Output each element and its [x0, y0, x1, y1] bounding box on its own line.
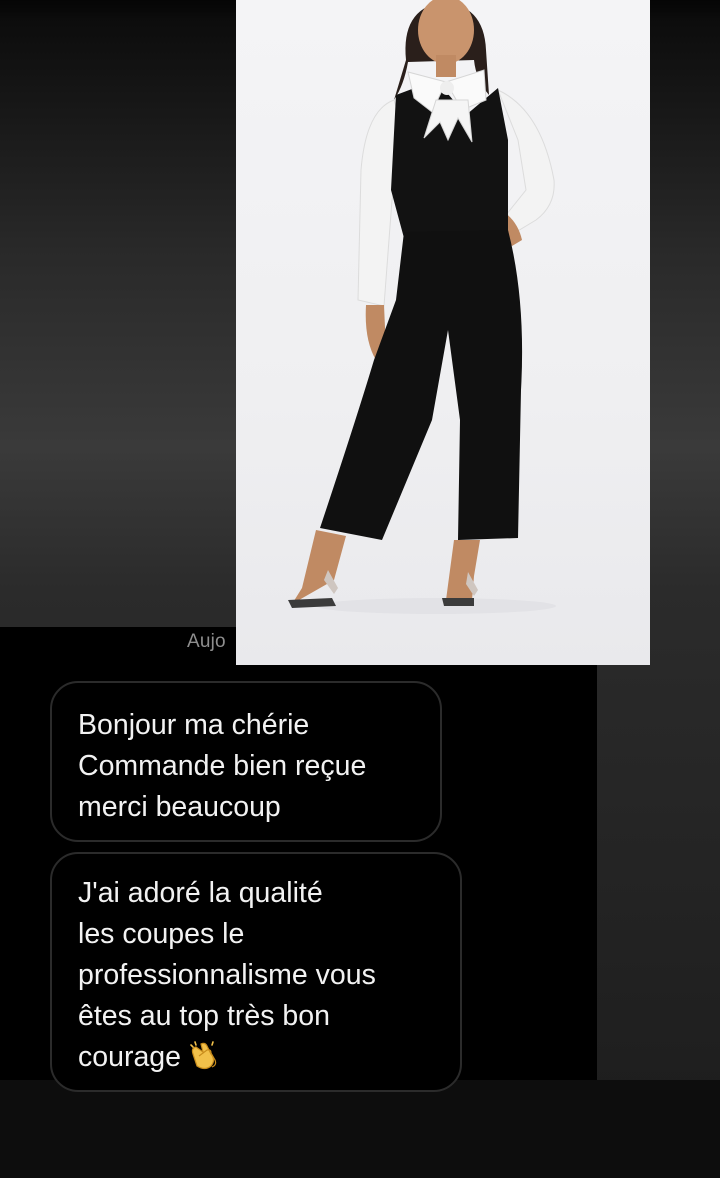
- message-bubble[interactable]: J'ai adoré la qualité les coupes le prof…: [50, 852, 462, 1092]
- message-last-line: courage: [78, 1037, 436, 1082]
- message-text-line: Bonjour ma chérie: [78, 709, 310, 741]
- clapping-hands-icon: [187, 1040, 221, 1082]
- product-photo: [236, 0, 650, 665]
- message-text-line: J'ai adoré la qualité: [78, 877, 323, 909]
- message-text-line: merci beaucoup: [78, 791, 281, 823]
- message-bubble[interactable]: Bonjour ma chérie Commande bien reçue me…: [50, 681, 442, 842]
- message-text-line: êtes au top très bon: [78, 1000, 330, 1032]
- message-text-line: Commande bien reçue: [78, 750, 367, 782]
- story-bottom-area: [0, 1080, 720, 1178]
- message-text-line: courage: [78, 1041, 181, 1073]
- date-separator: Aujo: [187, 631, 226, 652]
- message-text-line: professionnalisme vous: [78, 959, 376, 991]
- message-text-line: les coupes le: [78, 918, 245, 950]
